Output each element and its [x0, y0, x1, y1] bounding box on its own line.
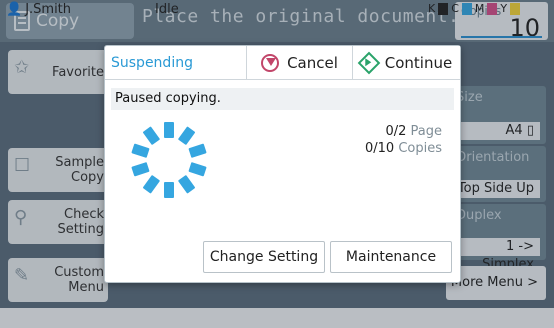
copies-count-unit: Copies: [398, 141, 442, 156]
maintenance-button[interactable]: Maintenance: [330, 241, 452, 273]
continue-label: Continue: [384, 53, 453, 72]
dialog-title: Suspending: [111, 55, 193, 71]
copies-count: 0/10 Copies: [365, 141, 442, 156]
continue-button[interactable]: Continue: [352, 46, 460, 79]
page-count: 0/2 Page: [385, 124, 442, 139]
continue-icon: [357, 51, 381, 74]
suspending-dialog: Suspending Cancel Continue Paused copyin…: [104, 45, 461, 283]
cancel-button[interactable]: Cancel: [246, 46, 352, 79]
page-count-value: 0/2: [385, 124, 407, 139]
spinner-icon: [131, 122, 207, 198]
change-setting-button[interactable]: Change Setting: [203, 241, 325, 273]
cancel-icon: [261, 53, 280, 72]
page-count-unit: Page: [410, 124, 442, 139]
cancel-label: Cancel: [287, 53, 338, 72]
status-message: Paused copying.: [111, 88, 454, 110]
dialog-header: Suspending Cancel Continue: [105, 46, 460, 80]
copies-count-value: 0/10: [364, 141, 395, 156]
